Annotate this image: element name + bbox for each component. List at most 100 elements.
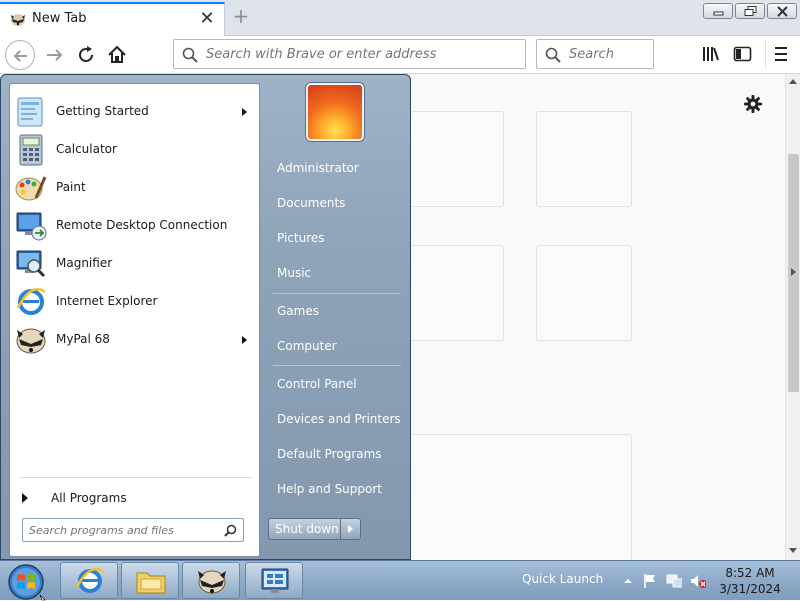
folder-icon xyxy=(136,572,166,594)
start-item-getting-started[interactable]: Getting Started xyxy=(14,94,257,130)
library-icon[interactable] xyxy=(701,45,721,63)
new-tab-button[interactable]: + xyxy=(230,4,252,28)
clock-time: 8:52 AM xyxy=(725,566,775,580)
toolbar-separator xyxy=(765,40,766,68)
start-item-mypal[interactable]: MyPal 68 xyxy=(14,322,257,358)
start-item-label: Magnifier xyxy=(56,256,113,270)
back-arrow-icon xyxy=(13,50,27,62)
start-link-devices-printers[interactable]: Devices and Printers xyxy=(266,405,406,433)
start-link-help-support[interactable]: Help and Support xyxy=(266,475,406,503)
search-icon[interactable] xyxy=(224,524,237,537)
quick-launch-label[interactable]: Quick Launch xyxy=(522,572,603,586)
close-window-button[interactable] xyxy=(767,3,797,19)
close-tab-icon[interactable]: ✕ xyxy=(198,8,216,30)
start-link-music[interactable]: Music xyxy=(266,259,406,287)
start-item-label: MyPal 68 xyxy=(56,332,110,346)
divider xyxy=(20,477,252,478)
action-center-flag-icon[interactable] xyxy=(642,573,658,589)
start-search-input[interactable] xyxy=(27,521,217,539)
all-programs-arrow-icon xyxy=(22,493,28,503)
restore-icon xyxy=(744,6,757,16)
mypal-icon xyxy=(16,328,46,354)
restore-button[interactable] xyxy=(735,3,765,19)
scroll-up-arrow-icon[interactable] xyxy=(789,79,797,84)
start-item-calculator[interactable]: Calculator xyxy=(14,132,257,168)
page-scrollbar[interactable] xyxy=(785,74,800,560)
start-link-default-programs[interactable]: Default Programs xyxy=(266,440,406,468)
start-item-remote-desktop[interactable]: Remote Desktop Connection xyxy=(14,208,257,244)
hamburger-menu-icon[interactable] xyxy=(773,45,789,63)
network-icon[interactable] xyxy=(666,573,682,589)
start-search-box[interactable] xyxy=(22,518,244,542)
taskbar-remote-app[interactable] xyxy=(245,562,303,599)
paint-icon xyxy=(15,176,47,201)
top-site-tile[interactable] xyxy=(536,111,632,207)
show-hidden-icons-icon[interactable] xyxy=(620,573,636,589)
search-bar[interactable] xyxy=(536,39,654,69)
top-site-tile[interactable] xyxy=(409,245,504,341)
search-icon xyxy=(545,47,561,63)
address-bar[interactable] xyxy=(173,39,526,69)
clock-date: 3/31/2024 xyxy=(719,582,781,596)
start-link-documents[interactable]: Documents xyxy=(266,189,406,217)
volume-muted-icon[interactable] xyxy=(690,573,706,589)
scroll-marker-icon xyxy=(791,268,796,276)
tab-title: New Tab xyxy=(32,11,87,26)
taskbar: Quick Launch 8:52 AM 3/31/2024 xyxy=(0,560,800,601)
top-site-tile[interactable] xyxy=(536,245,632,341)
taskbar-internet-explorer[interactable] xyxy=(60,562,118,599)
system-clock[interactable]: 8:52 AM 3/31/2024 xyxy=(718,565,782,597)
start-item-internet-explorer[interactable]: Internet Explorer xyxy=(14,284,257,320)
internet-explorer-icon xyxy=(16,288,46,315)
highlight-card[interactable] xyxy=(409,434,632,564)
minimize-icon xyxy=(713,11,724,16)
scroll-down-arrow-icon[interactable] xyxy=(789,548,797,553)
tab-new-tab[interactable]: New Tab ✕ xyxy=(0,2,225,36)
start-item-label: Paint xyxy=(56,180,86,194)
start-menu: Getting Started Calculator Paint Remote … xyxy=(0,74,411,560)
forward-arrow-icon[interactable] xyxy=(44,44,66,66)
start-link-computer[interactable]: Computer xyxy=(266,332,406,360)
divider xyxy=(273,293,401,294)
start-link-control-panel[interactable]: Control Panel xyxy=(266,370,406,398)
shutdown-options-button[interactable] xyxy=(340,519,360,539)
address-input[interactable] xyxy=(204,40,522,68)
all-programs-button[interactable]: All Programs xyxy=(14,484,257,512)
submenu-arrow-icon xyxy=(242,336,247,344)
minimize-button[interactable] xyxy=(703,3,733,19)
taskbar-mypal[interactable] xyxy=(182,562,240,599)
search-icon xyxy=(182,47,198,63)
start-link-pictures[interactable]: Pictures xyxy=(266,224,406,252)
start-item-magnifier[interactable]: Magnifier xyxy=(14,246,257,282)
start-item-label: Internet Explorer xyxy=(56,294,158,308)
top-site-tile[interactable] xyxy=(409,111,504,207)
start-link-administrator[interactable]: Administrator xyxy=(266,154,406,182)
internet-explorer-icon xyxy=(75,567,105,593)
shutdown-button[interactable]: Shut down xyxy=(268,518,361,540)
start-item-paint[interactable]: Paint xyxy=(14,170,257,206)
mypal-icon xyxy=(198,570,226,594)
start-link-games[interactable]: Games xyxy=(266,297,406,325)
back-button[interactable] xyxy=(5,40,35,70)
taskbar-windows-explorer[interactable] xyxy=(121,562,179,599)
start-item-label: Remote Desktop Connection xyxy=(56,218,228,232)
sidebar-icon[interactable] xyxy=(733,45,753,63)
tab-strip: New Tab ✕ + xyxy=(0,0,800,36)
user-picture[interactable] xyxy=(306,83,364,141)
all-programs-label: All Programs xyxy=(51,491,127,505)
gear-icon[interactable] xyxy=(743,94,763,114)
start-item-label: Calculator xyxy=(56,142,117,156)
remote-desktop-icon xyxy=(16,212,47,241)
magnifier-icon xyxy=(16,250,46,278)
home-icon[interactable] xyxy=(106,44,128,66)
search-input[interactable] xyxy=(567,40,651,68)
remote-desktop-icon xyxy=(261,568,289,593)
navigation-toolbar xyxy=(0,36,800,74)
windows-start-orb-icon[interactable] xyxy=(6,563,46,601)
chevron-right-icon xyxy=(348,525,353,533)
close-icon xyxy=(777,6,788,17)
start-item-label: Getting Started xyxy=(56,104,149,118)
calculator-icon xyxy=(19,134,43,166)
reload-icon[interactable] xyxy=(75,44,97,66)
divider xyxy=(273,365,401,366)
